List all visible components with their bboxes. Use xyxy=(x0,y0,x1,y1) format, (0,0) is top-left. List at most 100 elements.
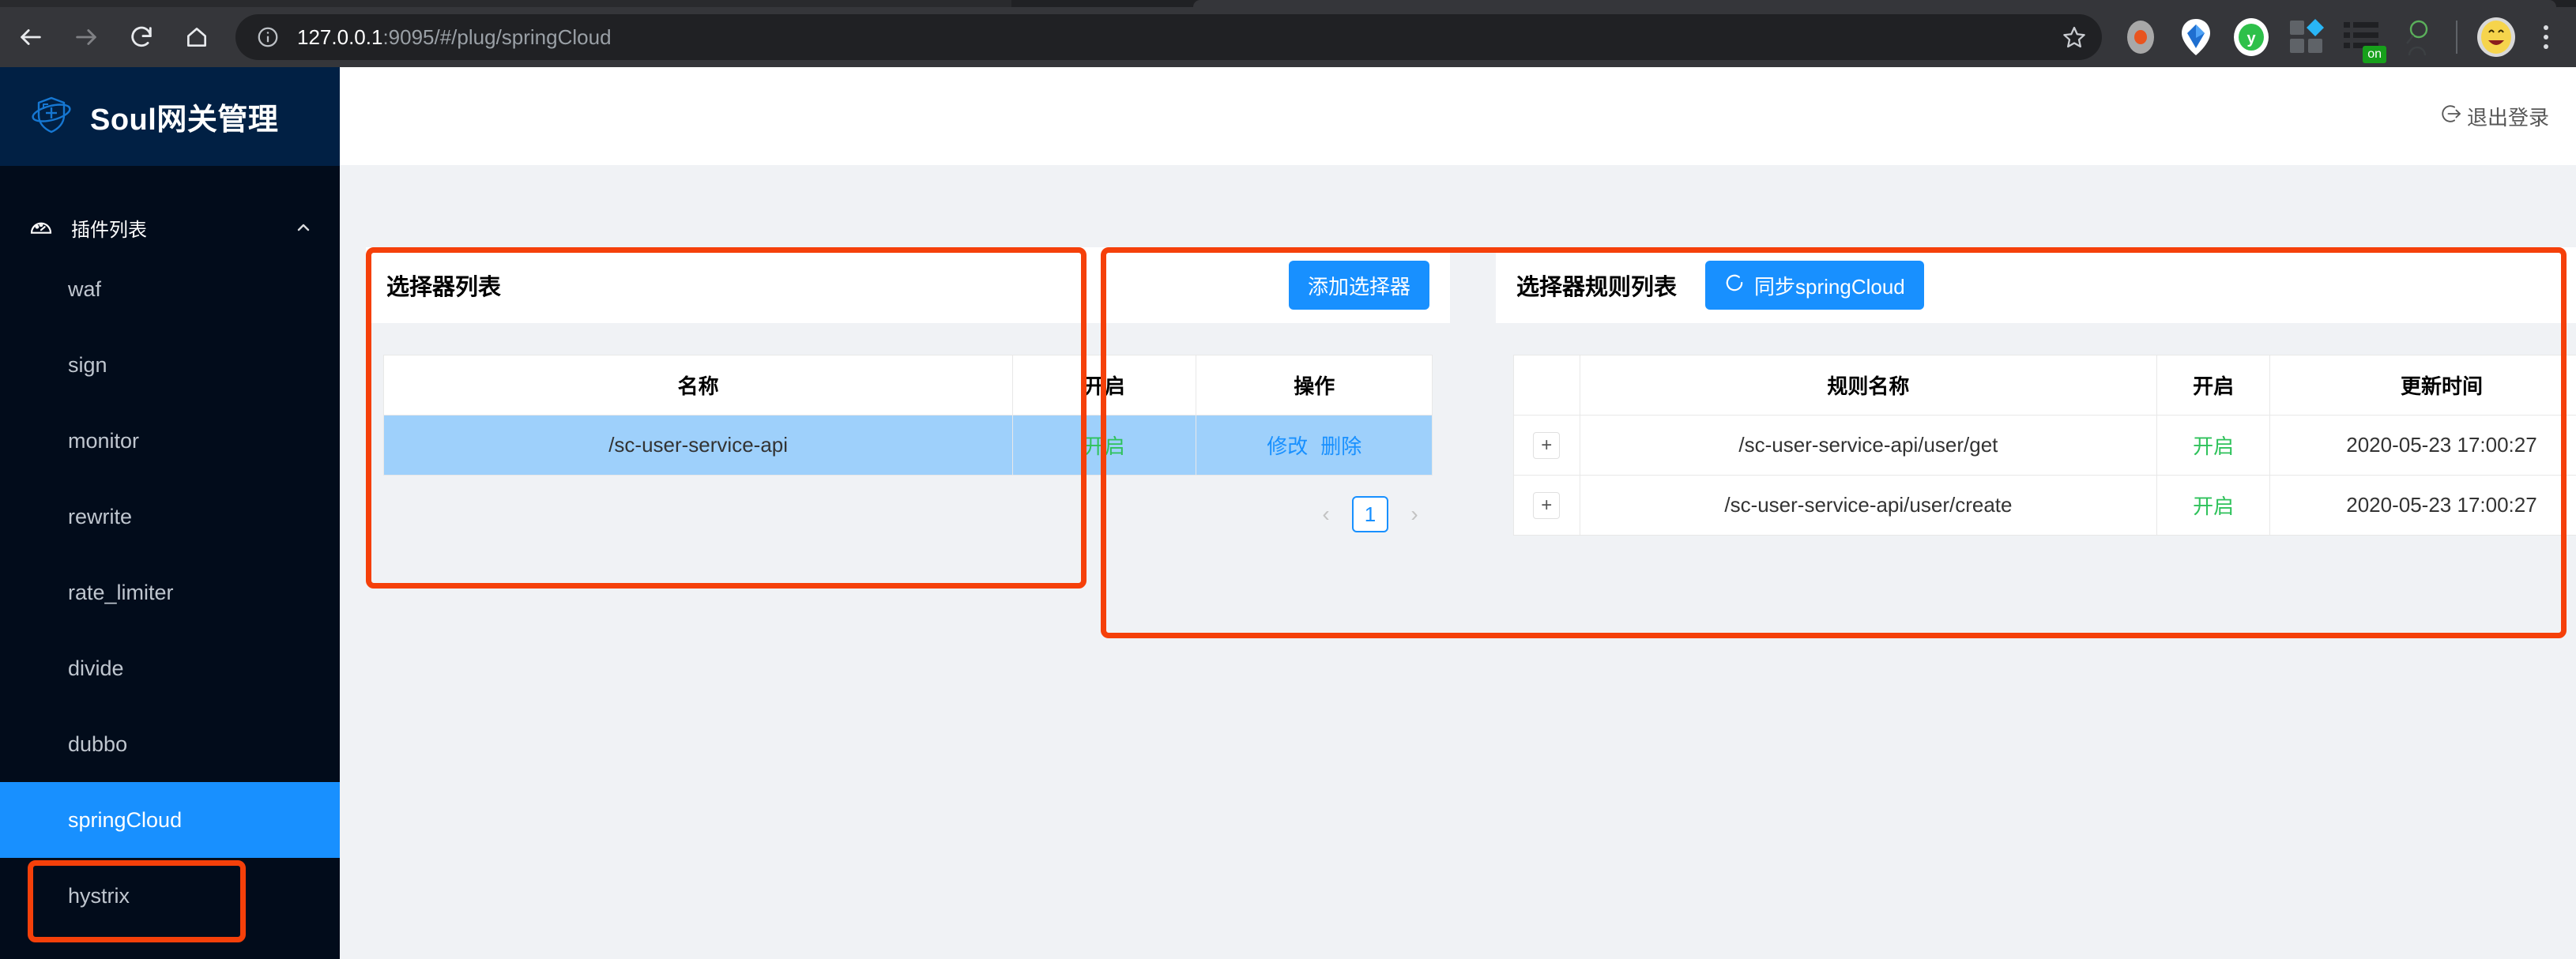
sidebar-section-plugin-list[interactable]: 插件列表 xyxy=(0,204,340,251)
sidebar-item-label: divide xyxy=(68,656,124,681)
selector-page-1[interactable]: 1 xyxy=(1352,496,1388,532)
sidebar-item-label: hystrix xyxy=(68,884,130,908)
selector-name-cell[interactable]: /sc-user-service-api xyxy=(384,416,1013,476)
rule-table: 规则名称开启更新时间操作 +/sc-user-service-api/user/… xyxy=(1513,355,2576,536)
status-badge: 开启 xyxy=(2193,434,2234,458)
selector-status-cell: 开启 xyxy=(1013,416,1196,476)
menu-dot xyxy=(2544,25,2548,30)
dashboard-icon xyxy=(28,215,54,240)
page-root: Soul网关管理 插件列表 waf sign monitor rewrite rate_… xyxy=(0,67,2576,959)
profile-avatar[interactable] xyxy=(2473,14,2519,60)
selector-table-header-row: 名称开启操作 xyxy=(384,355,1433,416)
table-row[interactable]: +/sc-user-service-api/user/get开启2020-05-… xyxy=(1514,416,2576,476)
rule-table-header-row: 规则名称开启更新时间操作 xyxy=(1514,355,2576,416)
brand-logo-area[interactable]: Soul网关管理 xyxy=(0,67,340,166)
selector-next-page[interactable]: › xyxy=(1401,502,1428,527)
rule-panel-title: 选择器规则列表 xyxy=(1516,269,1677,302)
magnifier-person-extension-icon[interactable] xyxy=(2394,14,2440,60)
sidebar-item-waf[interactable]: waf xyxy=(0,251,340,327)
orange-dot-extension-icon[interactable] xyxy=(2118,14,2164,60)
rule-panel-header: 选择器规则列表 同步springCloud 添加规则 xyxy=(1496,247,2576,323)
refresh-icon xyxy=(1724,273,1745,299)
url-text: 127.0.0.1:9095/#/plug/springCloud xyxy=(297,25,612,50)
sidebar-item-label: waf xyxy=(68,277,101,302)
rule-expand-cell: + xyxy=(1514,476,1580,536)
sync-springcloud-button[interactable]: 同步springCloud xyxy=(1705,261,1924,310)
delete-selector-link[interactable]: 删除 xyxy=(1320,434,1361,458)
puzzle-extension-icon[interactable] xyxy=(2284,14,2329,60)
rule-col-header: 更新时间 xyxy=(2269,355,2576,416)
selector-prev-page[interactable]: ‹ xyxy=(1312,502,1339,527)
rule-col-header xyxy=(1514,355,1580,416)
edit-selector-link[interactable]: 修改 xyxy=(1267,434,1308,458)
logout-icon xyxy=(2440,103,2462,130)
sidebar-section-label: 插件列表 xyxy=(71,214,294,242)
selector-table-body: /sc-user-service-api 开启 修改删除 xyxy=(384,416,1433,476)
chrome-menu-icon[interactable] xyxy=(2524,15,2568,59)
status-badge: 开启 xyxy=(1084,434,1125,458)
tab-inactive[interactable] xyxy=(0,0,1011,7)
sync-button-label: 同步springCloud xyxy=(1754,271,1905,300)
selector-pagination: ‹ 1 › xyxy=(383,476,1433,553)
forward-icon[interactable] xyxy=(62,13,111,62)
sidebar-item-label: rewrite xyxy=(68,505,132,529)
logout-button[interactable]: 退出登录 xyxy=(2440,102,2549,131)
rule-pagination: ‹ 1 › xyxy=(1513,536,2576,613)
soul-shield-logo-icon xyxy=(30,93,73,140)
table-row[interactable]: +/sc-user-service-api/user/create开启2020-… xyxy=(1514,476,2576,536)
sidebar-item-rewrite[interactable]: rewrite xyxy=(0,479,340,555)
address-bar[interactable]: 127.0.0.1:9095/#/plug/springCloud xyxy=(235,14,2102,60)
browser-toolbar: 127.0.0.1:9095/#/plug/springCloud y on xyxy=(0,7,2576,67)
sidebar-item-label: monitor xyxy=(68,429,139,453)
sidebar-item-divide[interactable]: divide xyxy=(0,630,340,706)
rule-expand-cell: + xyxy=(1514,416,1580,476)
tab-active[interactable] xyxy=(1193,0,2556,7)
selector-list-panel: 选择器列表 添加选择器 名称开启操作 /sc-user-service-api开… xyxy=(366,247,1450,553)
sidebar-item-hystrix[interactable]: hystrix xyxy=(0,858,340,934)
sidebar-item-springcloud[interactable]: springCloud xyxy=(0,782,340,858)
brand-title: Soul网关管理 xyxy=(90,95,278,138)
status-badge: 开启 xyxy=(2193,495,2234,518)
rule-status-cell: 开启 xyxy=(2157,476,2270,536)
back-icon[interactable] xyxy=(6,13,55,62)
rule-table-body: +/sc-user-service-api/user/get开启2020-05-… xyxy=(1514,416,2576,536)
list-on-extension-icon[interactable]: on xyxy=(2339,14,2385,60)
menu-dot xyxy=(2544,35,2548,39)
selector-panel-body: 名称开启操作 /sc-user-service-api 开启 修改删除 ‹ 1 › xyxy=(366,323,1450,553)
rule-panel-body: 规则名称开启更新时间操作 +/sc-user-service-api/user/… xyxy=(1496,323,2576,613)
extension-badge: on xyxy=(2363,46,2386,63)
add-selector-button[interactable]: 添加选择器 xyxy=(1289,261,1429,310)
rule-updated-cell: 2020-05-23 17:00:27 xyxy=(2269,416,2576,476)
chevron-up-icon[interactable] xyxy=(294,218,313,237)
url-path: :9095/#/plug/springCloud xyxy=(382,25,611,49)
sidebar: Soul网关管理 插件列表 waf sign monitor rewrite rate_… xyxy=(0,67,340,959)
toolbar-divider xyxy=(2456,21,2457,54)
site-info-icon[interactable] xyxy=(256,25,280,49)
menu-dot xyxy=(2544,44,2548,49)
reload-icon[interactable] xyxy=(117,13,166,62)
sidebar-item-rate_limiter[interactable]: rate_limiter xyxy=(0,555,340,630)
home-icon[interactable] xyxy=(172,13,221,62)
rule-col-header: 开启 xyxy=(2157,355,2270,416)
sidebar-item-monitor[interactable]: monitor xyxy=(0,403,340,479)
rule-list-panel: 选择器规则列表 同步springCloud 添加规则 规则名称开启更新时间操作 … xyxy=(1496,247,2576,613)
rule-col-header: 规则名称 xyxy=(1580,355,2157,416)
topbar: 退出登录 xyxy=(340,67,2576,165)
browser-chrome: 127.0.0.1:9095/#/plug/springCloud y on xyxy=(0,0,2576,67)
logout-label: 退出登录 xyxy=(2467,102,2549,131)
green-y-extension-icon[interactable]: y xyxy=(2228,14,2274,60)
tab-strip xyxy=(0,0,2576,7)
sidebar-item-label: dubbo xyxy=(68,732,127,757)
bookmark-star-icon[interactable] xyxy=(2054,17,2094,57)
table-row[interactable]: /sc-user-service-api 开启 修改删除 xyxy=(384,416,1433,476)
expand-row-icon[interactable]: + xyxy=(1533,432,1560,459)
main-content: 选择器列表 添加选择器 名称开启操作 /sc-user-service-api开… xyxy=(340,165,2576,959)
sidebar-item-label: rate_limiter xyxy=(68,581,174,605)
expand-row-icon[interactable]: + xyxy=(1533,492,1560,519)
sidebar-item-label: springCloud xyxy=(68,808,182,833)
selector-actions-cell: 修改删除 xyxy=(1196,416,1433,476)
sidebar-item-dubbo[interactable]: dubbo xyxy=(0,706,340,782)
blue-diamond-extension-icon[interactable] xyxy=(2173,14,2219,60)
sidebar-item-label: sign xyxy=(68,353,107,378)
sidebar-item-sign[interactable]: sign xyxy=(0,327,340,403)
